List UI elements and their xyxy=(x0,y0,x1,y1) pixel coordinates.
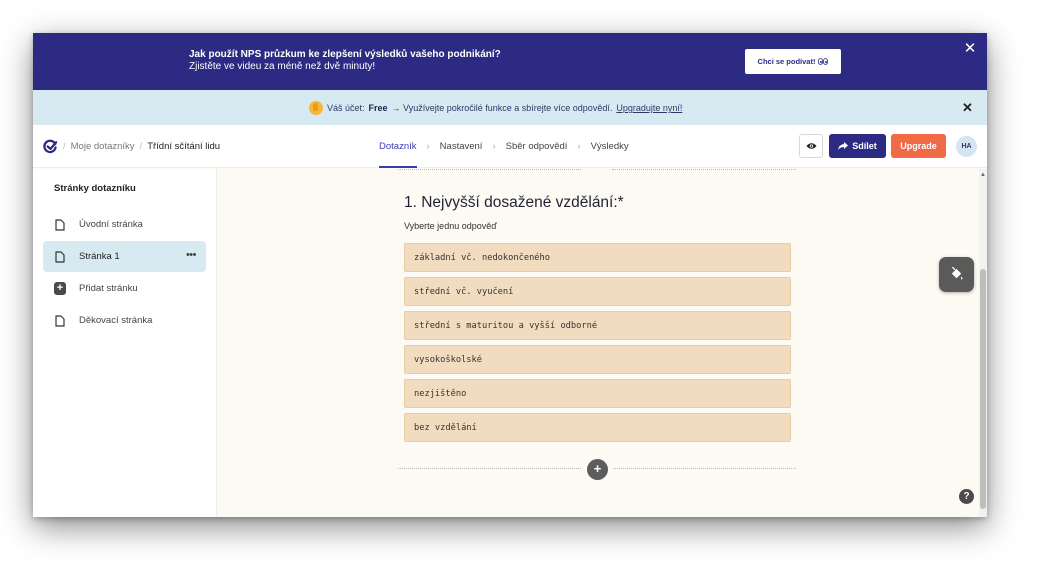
account-prefix: Váš účet: xyxy=(327,103,365,113)
scroll-up-icon[interactable]: ▲ xyxy=(979,172,987,178)
eyes-icon xyxy=(818,58,829,65)
tab-settings[interactable]: Nastavení xyxy=(440,141,483,152)
sidebar-item-label: Děkovací stránka xyxy=(79,315,153,326)
preview-button[interactable] xyxy=(799,134,823,158)
share-arrow-icon xyxy=(838,142,849,150)
waving-hand-icon xyxy=(309,101,323,115)
help-icon[interactable]: ? xyxy=(959,489,974,504)
step-tabs: Dotazník › Nastavení › Sběr odpovědí › V… xyxy=(379,141,629,168)
add-question-button[interactable]: + xyxy=(587,459,608,480)
tab-survey[interactable]: Dotazník xyxy=(379,141,417,168)
sidebar-item-intro-page[interactable]: Úvodní stránka xyxy=(43,209,206,240)
pages-sidebar: Stránky dotazníku Úvodní stránka Stránka… xyxy=(33,169,217,517)
sidebar-title: Stránky dotazníku xyxy=(54,183,136,194)
page-icon xyxy=(54,218,66,232)
account-message: → Využívejte pokročilé funkce a sbírejte… xyxy=(391,103,613,113)
top-nav: / Moje dotazníky / Třídní sčítání lidu D… xyxy=(33,125,987,168)
promo-subtitle: Zjistěte ve videu za méně než dvě minuty… xyxy=(189,61,376,72)
app-window: Jak použít NPS průzkum ke zlepšení výsle… xyxy=(33,33,987,517)
chevron-right-icon: › xyxy=(426,141,430,152)
app-logo-icon[interactable] xyxy=(43,139,58,154)
eye-icon xyxy=(805,143,817,149)
promo-banner: Jak použít NPS průzkum ke zlepšení výsle… xyxy=(33,33,987,90)
question-hint: Vyberte jednu odpověď xyxy=(404,221,497,231)
scrollbar[interactable]: ▲ xyxy=(979,169,987,517)
sidebar-item-page-1[interactable]: Stránka 1 ••• xyxy=(43,241,206,272)
answer-option[interactable]: nezjištěno xyxy=(404,379,791,408)
promo-text: Jak použít NPS průzkum ke zlepšení výsle… xyxy=(189,49,501,73)
breadcrumb: / Moje dotazníky / Třídní sčítání lidu xyxy=(63,141,221,152)
breadcrumb-current-survey[interactable]: Třídní sčítání lidu xyxy=(147,141,220,152)
page-icon xyxy=(54,250,66,264)
tab-results[interactable]: Výsledky xyxy=(591,141,629,152)
answer-option[interactable]: bez vzdělání xyxy=(404,413,791,442)
sidebar-item-thank-you-page[interactable]: Děkovací stránka xyxy=(43,305,206,336)
breadcrumb-my-surveys[interactable]: Moje dotazníky xyxy=(71,141,135,152)
sidebar-item-label: Stránka 1 xyxy=(79,251,120,262)
answer-option[interactable]: střední s maturitou a vyšší odborné xyxy=(404,311,791,340)
share-button[interactable]: Sdílet xyxy=(829,134,886,158)
chevron-right-icon: › xyxy=(492,141,496,152)
close-notice-icon[interactable]: ✕ xyxy=(962,100,973,116)
sidebar-item-label: Přidat stránku xyxy=(79,283,138,294)
account-notice: Váš účet: Free → Využívejte pokročilé fu… xyxy=(33,90,987,125)
question-title[interactable]: 1. Nejvyšší dosažené vzdělání:* xyxy=(404,194,624,212)
tab-collect-responses[interactable]: Sběr odpovědí xyxy=(506,141,568,152)
survey-editor: 1. Nejvyšší dosažené vzdělání:* Vyberte … xyxy=(218,169,980,517)
add-question-row: + xyxy=(398,459,796,480)
close-promo-icon[interactable]: ✕ xyxy=(963,41,977,56)
chevron-right-icon: › xyxy=(577,141,581,152)
avatar[interactable]: HA xyxy=(956,136,977,157)
watch-video-label: Chci se podívat! xyxy=(757,57,816,66)
answer-option[interactable]: vysokoškolské xyxy=(404,345,791,374)
answer-option[interactable]: střední vč. vyučení xyxy=(404,277,791,306)
answer-option[interactable]: základní vč. nedokončeného xyxy=(404,243,791,272)
share-label: Sdílet xyxy=(852,141,877,151)
plus-icon: + xyxy=(54,282,66,295)
paint-bucket-icon xyxy=(951,267,963,280)
scrollbar-thumb[interactable] xyxy=(980,269,986,509)
theme-button[interactable] xyxy=(939,257,974,292)
upgrade-button[interactable]: Upgrade xyxy=(891,134,946,158)
page-icon xyxy=(54,314,66,328)
sidebar-item-label: Úvodní stránka xyxy=(79,219,143,230)
account-plan: Free xyxy=(368,103,388,113)
watch-video-button[interactable]: Chci se podívat! xyxy=(745,49,841,74)
divider xyxy=(398,169,796,171)
more-options-icon[interactable]: ••• xyxy=(186,250,197,261)
promo-title: Jak použít NPS průzkum ke zlepšení výsle… xyxy=(189,49,501,60)
upgrade-link[interactable]: Upgradujte nyní! xyxy=(616,103,682,113)
sidebar-item-add-page[interactable]: + Přidat stránku xyxy=(43,273,206,304)
